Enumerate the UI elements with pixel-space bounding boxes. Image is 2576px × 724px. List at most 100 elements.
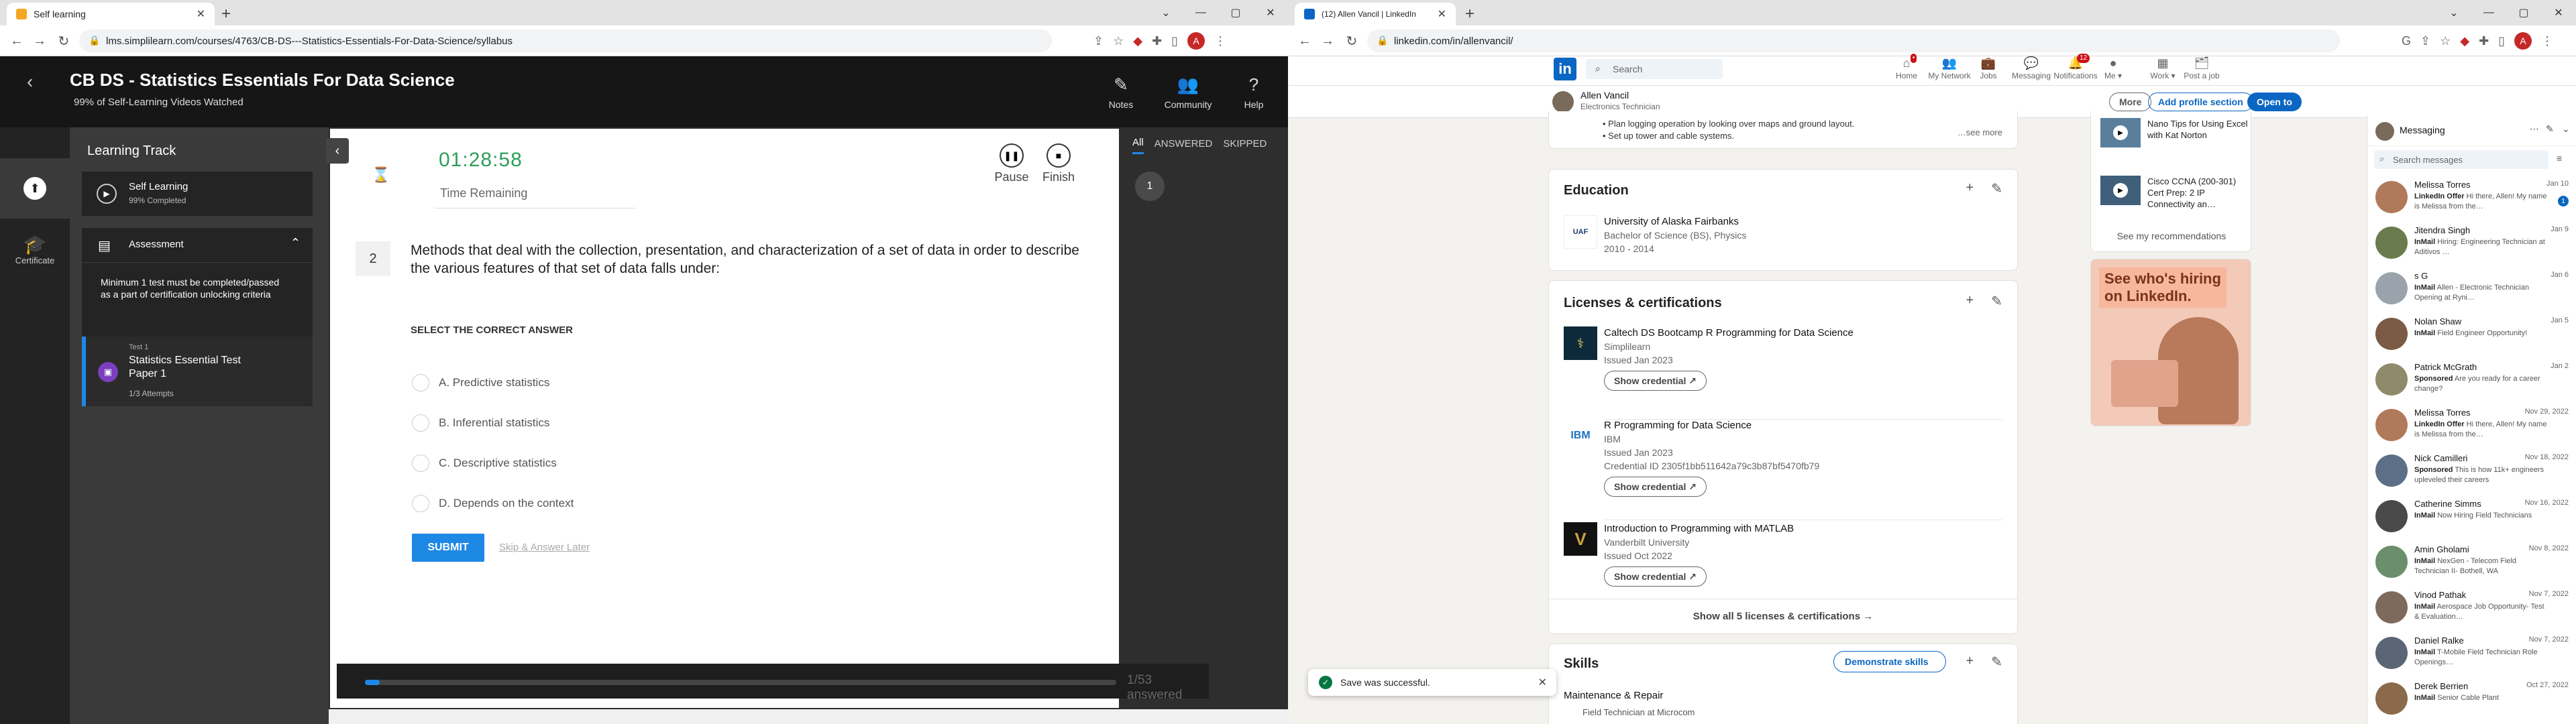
messaging-header[interactable]: Messaging ⋯ ✎ ⌄ bbox=[2367, 115, 2576, 146]
community-button[interactable]: 👥 Community bbox=[1158, 56, 1218, 127]
edit-pencil-icon[interactable]: ✎ bbox=[1991, 654, 2002, 670]
conversation-row[interactable]: Vinod Pathak Nov 7, 2022 InMail Aerospace … bbox=[2367, 585, 2576, 631]
submit-button[interactable]: SUBMIT bbox=[412, 534, 484, 562]
share-icon[interactable]: ⇪ bbox=[2420, 34, 2430, 48]
conversation-row[interactable]: Nolan Shaw Jan 5 InMail Field Engineer Opp… bbox=[2367, 311, 2576, 358]
profile-avatar[interactable]: A bbox=[2514, 32, 2532, 50]
hiring-ad[interactable]: See who's hiring on LinkedIn. bbox=[2090, 259, 2251, 426]
back-icon[interactable]: ← bbox=[7, 31, 27, 51]
edit-pencil-icon[interactable]: ✎ bbox=[1991, 180, 2002, 197]
reload-icon[interactable]: ↻ bbox=[54, 31, 74, 51]
conversation-row[interactable]: Derek Berrien Oct 27, 2022 InMail Senior C… bbox=[2367, 676, 2576, 723]
more-horizontal-icon[interactable]: ⋯ bbox=[2530, 123, 2539, 135]
chevron-down-icon[interactable]: ⌄ bbox=[2436, 0, 2471, 25]
add-profile-section-button[interactable]: Add profile section bbox=[2148, 93, 2253, 111]
demonstrate-skills-button[interactable]: Demonstrate skills bbox=[1833, 651, 1946, 672]
course-title[interactable]: Nano Tips for Using Excel with Kat Norto… bbox=[2147, 118, 2248, 141]
minimize-icon[interactable]: — bbox=[2471, 0, 2506, 25]
chevron-down-icon[interactable]: ⌄ bbox=[2562, 123, 2570, 135]
filter-answered-tab[interactable]: ANSWERED bbox=[1155, 138, 1213, 149]
pause-button[interactable]: ❚❚ Pause bbox=[991, 143, 1032, 184]
filter-icon[interactable]: ≡ bbox=[2557, 153, 2562, 164]
notes-button[interactable]: ✎ Notes bbox=[1091, 56, 1151, 127]
open-to-button[interactable]: Open to bbox=[2247, 93, 2302, 111]
forward-icon[interactable]: → bbox=[1318, 31, 1338, 51]
option-c[interactable]: C. Descriptive statistics bbox=[412, 455, 557, 472]
chevron-up-icon[interactable]: ⌃ bbox=[290, 236, 301, 250]
url-field[interactable]: 🔒 linkedin.com/in/allenvancil/ bbox=[1367, 29, 2340, 52]
filter-all-tab[interactable]: All bbox=[1132, 133, 1144, 154]
assessment-header[interactable]: ▤ Assessment ⌃ bbox=[82, 228, 313, 263]
search-input[interactable]: ⌕ Search bbox=[1586, 59, 1723, 79]
filter-skipped-tab[interactable]: SKIPPED bbox=[1223, 138, 1267, 149]
finish-button[interactable]: ■ Finish bbox=[1038, 143, 1079, 184]
search-messages-input[interactable]: ⌕ Search messages bbox=[2374, 150, 2548, 169]
question-chip[interactable]: 1 bbox=[1135, 172, 1165, 201]
option-d[interactable]: D. Depends on the context bbox=[412, 495, 574, 512]
conversation-row[interactable]: Jitendra Singh Jan 9 InMail Hiring: Engine… bbox=[2367, 220, 2576, 267]
skip-answer-later-link[interactable]: Skip & Answer Later bbox=[499, 542, 590, 553]
url-field[interactable]: 🔒 lms.simplilearn.com/courses/4763/CB-DS… bbox=[79, 29, 1052, 52]
chevron-down-icon[interactable]: ⌄ bbox=[1148, 0, 1183, 25]
maximize-icon[interactable]: ▢ bbox=[1218, 0, 1253, 25]
rail-certificate-item[interactable]: 🎓 Certificate bbox=[0, 233, 70, 265]
back-icon[interactable]: ← bbox=[1295, 31, 1315, 51]
sidebar-icon[interactable]: ▯ bbox=[1171, 34, 1178, 48]
minimize-icon[interactable]: — bbox=[1183, 0, 1218, 25]
add-icon[interactable]: + bbox=[1966, 293, 1974, 310]
menu-icon[interactable]: ⋮ bbox=[1214, 34, 1226, 48]
add-icon[interactable]: + bbox=[1966, 180, 1974, 197]
extension-icon[interactable]: ◆ bbox=[1133, 34, 1142, 48]
google-icon[interactable]: G bbox=[2402, 34, 2411, 48]
linkedin-logo-icon[interactable]: in bbox=[1554, 58, 1576, 80]
close-tab-icon[interactable]: ✕ bbox=[197, 7, 205, 21]
puzzle-icon[interactable]: ✚ bbox=[2479, 34, 2489, 48]
course-thumbnail[interactable]: ▶ bbox=[2100, 176, 2141, 205]
maximize-icon[interactable]: ▢ bbox=[2506, 0, 2541, 25]
conversation-row[interactable]: Melissa Torres Nov 29, 2022 LinkedIn Offer… bbox=[2367, 402, 2576, 449]
back-arrow-icon[interactable]: ‹ bbox=[27, 71, 33, 93]
edit-pencil-icon[interactable]: ✎ bbox=[1991, 293, 2002, 310]
conversation-row[interactable]: Catherine Simms Nov 16, 2022 InMail Now Hi… bbox=[2367, 493, 2576, 540]
school-name[interactable]: University of Alaska Fairbanks bbox=[1604, 215, 2002, 229]
reload-icon[interactable]: ↻ bbox=[1342, 31, 1362, 51]
close-tab-icon[interactable]: ✕ bbox=[1438, 7, 1446, 21]
close-window-icon[interactable]: ✕ bbox=[2541, 0, 2576, 25]
conversation-row[interactable]: Daniel Ralke Nov 7, 2022 InMail T-Mobile F… bbox=[2367, 630, 2576, 677]
conversation-row[interactable]: Nick Camilleri Nov 18, 2022 Sponsored This… bbox=[2367, 448, 2576, 495]
menu-icon[interactable]: ⋮ bbox=[2541, 34, 2553, 48]
show-all-licenses-link[interactable]: Show all 5 licenses & certifications → bbox=[1549, 611, 2017, 622]
see-more-link[interactable]: …see more bbox=[1957, 127, 2002, 137]
rail-learning-item[interactable]: ⬆ bbox=[0, 158, 70, 219]
help-button[interactable]: ? Help bbox=[1224, 56, 1284, 127]
conversation-row[interactable]: Patrick McGrath Jan 2 Sponsored Are you re… bbox=[2367, 357, 2576, 404]
show-credential-button[interactable]: Show credential ↗ bbox=[1604, 371, 1707, 391]
option-b[interactable]: B. Inferential statistics bbox=[412, 414, 549, 432]
profile-avatar[interactable]: A bbox=[1187, 32, 1205, 50]
show-credential-button[interactable]: Show credential ↗ bbox=[1604, 477, 1707, 497]
bookmark-star-icon[interactable]: ☆ bbox=[1113, 34, 1124, 48]
show-credential-button[interactable]: Show credential ↗ bbox=[1604, 566, 1707, 587]
forward-icon[interactable]: → bbox=[30, 31, 50, 51]
sidebar-icon[interactable]: ▯ bbox=[2498, 34, 2505, 48]
bookmark-star-icon[interactable]: ☆ bbox=[2440, 34, 2451, 48]
share-icon[interactable]: ⇪ bbox=[1093, 34, 1104, 48]
conversation-row[interactable]: s G Jan 6 InMail Allen - Electronic Techni… bbox=[2367, 265, 2576, 312]
new-tab-icon[interactable]: + bbox=[216, 4, 236, 24]
option-a[interactable]: A. Predictive statistics bbox=[412, 374, 549, 391]
compose-icon[interactable]: ✎ bbox=[2546, 123, 2554, 135]
test-item[interactable]: ▣ Test 1 Statistics Essential Test Paper… bbox=[82, 337, 313, 406]
add-icon[interactable]: + bbox=[1966, 654, 1974, 670]
tab-self-learning[interactable]: Self learning ✕ bbox=[7, 3, 215, 25]
extension-icon[interactable]: ◆ bbox=[2460, 34, 2469, 48]
course-thumbnail[interactable]: ▶ bbox=[2100, 118, 2141, 147]
more-button[interactable]: More bbox=[2109, 93, 2152, 111]
course-title[interactable]: Cisco CCNA (200-301) Cert Prep: 2 IP Con… bbox=[2147, 176, 2248, 210]
conversation-row[interactable]: Melissa Torres Jan 10 LinkedIn Offer Hi th… bbox=[2367, 174, 2576, 221]
see-recommendations-link[interactable]: See my recommendations bbox=[2091, 231, 2252, 241]
close-toast-icon[interactable]: ✕ bbox=[1538, 676, 1547, 689]
skill-name[interactable]: Maintenance & Repair bbox=[1564, 690, 1663, 701]
new-tab-icon[interactable]: + bbox=[1460, 4, 1480, 24]
puzzle-icon[interactable]: ✚ bbox=[1152, 34, 1162, 48]
self-learning-item[interactable]: ▶ Self Learning 99% Completed bbox=[82, 172, 313, 216]
